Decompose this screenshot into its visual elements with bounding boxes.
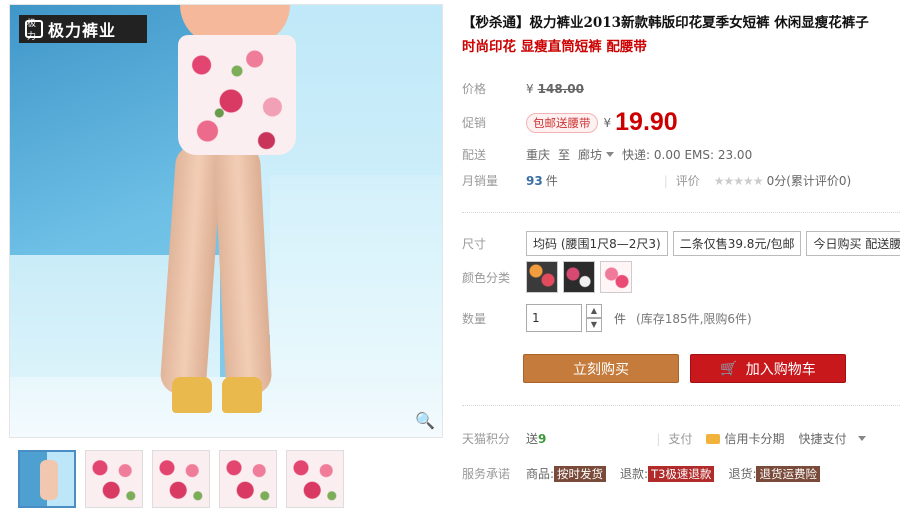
size-option-2[interactable]: 二条仅售39.8元/包邮	[672, 231, 802, 256]
size-option-1[interactable]: 均码 (腰围1尺8—2尺3)	[526, 231, 668, 256]
logo-text: 极力裤业	[48, 21, 117, 40]
photo-scene	[10, 5, 442, 437]
brand-logo: 极力 极力裤业	[19, 15, 147, 43]
shipping-label: 配送	[462, 148, 487, 162]
promo-badge: 包邮送腰带	[526, 112, 598, 133]
qty-label: 数量	[462, 311, 487, 326]
quantity-stepper: ▲ ▼	[586, 304, 602, 332]
original-price: 148.00	[537, 81, 584, 96]
size-option-3[interactable]: 今日购买 配送腰带	[806, 231, 900, 256]
promo-price: 19.90	[615, 108, 678, 136]
star-rating-icon: ★★★★★	[713, 173, 764, 188]
size-label: 尺寸	[462, 237, 487, 251]
buy-now-label: 立刻购买	[573, 361, 629, 378]
quantity-input[interactable]	[526, 304, 582, 332]
pay-method[interactable]: 信用卡分期	[724, 430, 784, 447]
chevron-down-icon[interactable]	[858, 436, 867, 441]
add-to-cart-label: 加入购物车	[745, 361, 816, 378]
rating-label: 评价	[675, 174, 700, 188]
thumbnail-4[interactable]	[219, 450, 277, 508]
sales-count: 93	[526, 173, 543, 188]
service-label: 服务承诺	[462, 467, 511, 481]
product-title-block: 【秒杀通】极力裤业2013新款韩版印花夏季女短裤 休闲显瘦花裤子 时尚印花 显瘦…	[462, 12, 900, 58]
shipping-fees: 快递: 0.00 EMS: 23.00	[622, 148, 753, 162]
service-row: 服务承诺 商品: 按时发货 退款: T3极速退款 退货: 退货运费险	[462, 465, 826, 482]
refund-label: 退款:	[620, 467, 649, 481]
ship-to-dropdown[interactable]: 廊坊	[578, 146, 602, 163]
refund-tag[interactable]: T3极速退款	[648, 465, 715, 482]
color-swatch-2[interactable]	[563, 261, 595, 293]
size-row: 尺寸 均码 (腰围1尺8—2尺3) 二条仅售39.8元/包邮 今日购买 配送腰带	[462, 231, 900, 256]
chevron-down-icon[interactable]	[606, 152, 615, 157]
thumbnail-strip	[18, 450, 344, 508]
original-price-row: 价格 ¥ 148.00	[462, 80, 584, 97]
ship-from: 重庆	[526, 148, 551, 162]
thumbnail-3[interactable]	[152, 450, 210, 508]
qty-unit: 件	[614, 311, 627, 326]
product-main-image[interactable]: 极力 极力裤业 🔍	[9, 4, 443, 438]
stock-text: (库存185件,限购6件)	[636, 311, 752, 326]
promo-price-row: 促销 包邮送腰带 ¥ 19.90	[462, 108, 678, 137]
points-label: 天猫积分	[462, 432, 511, 446]
product-subtitle: 时尚印花 显瘦直筒短裤 配腰带	[462, 39, 647, 55]
color-swatch-1[interactable]	[526, 261, 558, 293]
points-row: 天猫积分 送 9 | 支付 信用卡分期 快捷支付	[462, 430, 874, 447]
pay-label: 支付	[668, 432, 693, 446]
goods-label: 商品:	[526, 467, 555, 481]
sales-unit: 件	[545, 174, 558, 188]
floral-shorts	[178, 35, 296, 155]
sales-label: 月销量	[462, 174, 499, 188]
currency-symbol: ¥	[603, 115, 612, 130]
credit-card-icon	[706, 433, 721, 444]
cart-icon: 🛒	[720, 360, 738, 377]
color-label: 颜色分类	[462, 270, 511, 285]
quantity-row: 数量 ▲ ▼ 件 (库存185件,限购6件)	[462, 304, 752, 332]
sales-row: 月销量 93 件 | 评价 ★★★★★ 0分(累计评价0)	[462, 172, 852, 189]
thumbnail-2[interactable]	[85, 450, 143, 508]
return-tag[interactable]: 退货运费险	[756, 465, 820, 482]
price-label: 价格	[462, 82, 487, 96]
return-label: 退货:	[728, 467, 757, 481]
zoom-icon[interactable]: 🔍	[414, 411, 436, 433]
step-up-icon[interactable]: ▲	[586, 304, 602, 318]
step-down-icon[interactable]: ▼	[586, 318, 602, 332]
add-to-cart-button[interactable]: 🛒 加入购物车	[690, 354, 846, 383]
thumbnail-1[interactable]	[18, 450, 76, 508]
goods-tag[interactable]: 按时发货	[554, 465, 607, 482]
pay-quick[interactable]: 快捷支付	[798, 430, 846, 447]
points-prefix: 送	[526, 432, 539, 446]
product-title: 【秒杀通】极力裤业2013新款韩版印花夏季女短裤 休闲显瘦花裤子	[462, 15, 869, 31]
promo-label: 促销	[462, 116, 487, 130]
thumbnail-5[interactable]	[286, 450, 344, 508]
ship-to-word: 至	[558, 148, 571, 162]
rating-text[interactable]: 0分(累计评价0)	[767, 172, 852, 189]
currency-symbol: ¥	[526, 81, 534, 96]
points-value: 9	[538, 431, 547, 446]
shipping-row: 配送 重庆 至 廊坊 快递: 0.00 EMS: 23.00	[462, 146, 752, 163]
divider	[462, 212, 900, 213]
logo-mark-icon: 极力	[25, 19, 43, 42]
buy-now-button[interactable]: 立刻购买	[523, 354, 679, 383]
color-swatch-3[interactable]	[600, 261, 632, 293]
color-row: 颜色分类	[462, 261, 637, 293]
divider	[462, 405, 900, 406]
